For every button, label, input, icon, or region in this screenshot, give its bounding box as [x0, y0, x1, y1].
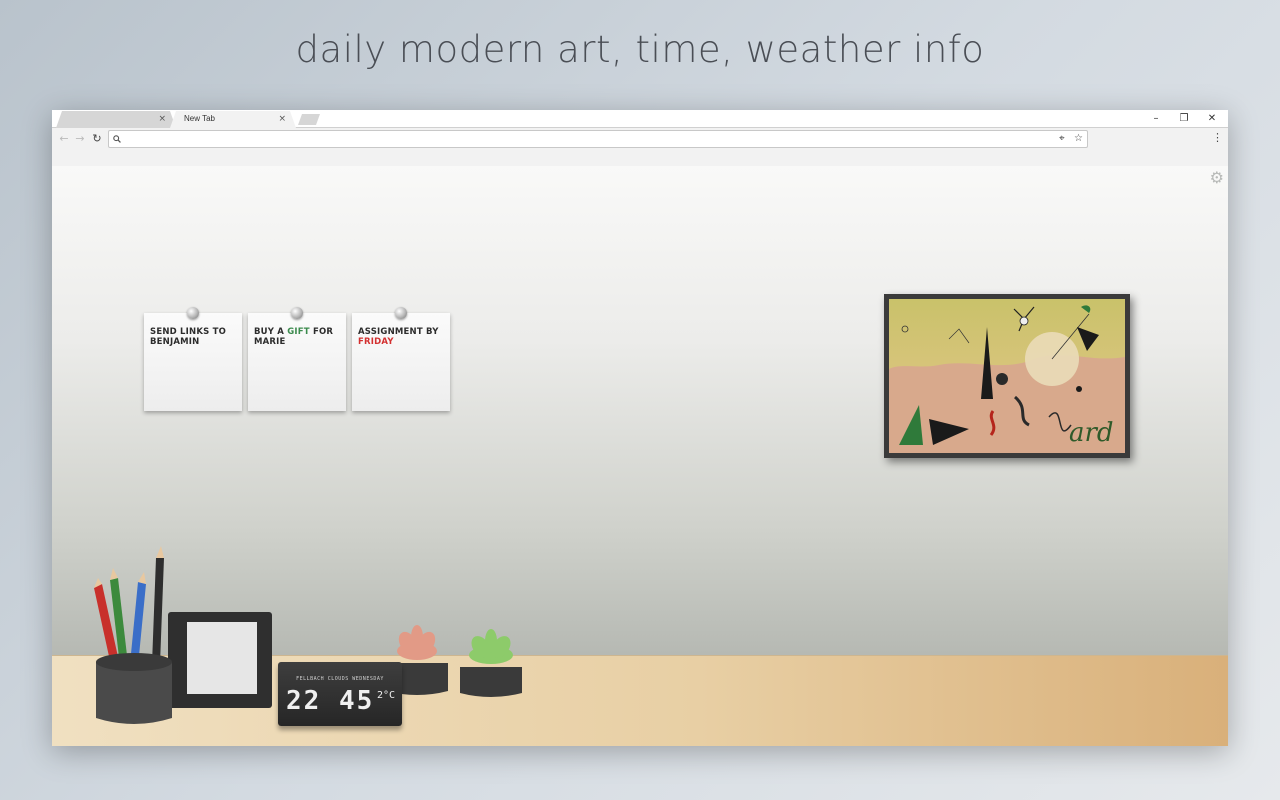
- sticky-note[interactable]: ASSIGNMENT BY FRIDAY: [352, 307, 450, 411]
- minimize-button[interactable]: –: [1142, 111, 1170, 127]
- location-icon[interactable]: ⌖: [1059, 132, 1065, 146]
- clock-weather-line: FELLBACH CLOUDS WEDNESDAY: [296, 676, 384, 682]
- new-tab-button[interactable]: [298, 114, 320, 125]
- address-input[interactable]: [125, 132, 1045, 146]
- sticky-note-text: ASSIGNMENT BY FRIDAY: [358, 327, 439, 347]
- sticky-note-text: BUY A GIFT FOR MARIE: [254, 327, 334, 347]
- art-painting[interactable]: ard: [884, 294, 1130, 458]
- pushpin-icon: [187, 307, 199, 319]
- painting-image: ard: [889, 299, 1125, 453]
- svg-text:ard: ard: [1069, 418, 1114, 448]
- toolbar: ← → ↻ ⌖ ☆ ⋮: [52, 128, 1228, 166]
- clock-temperature: 2°C: [377, 690, 396, 701]
- new-tab-page: ⚙ SEND LINKS TO BENJAMIN BUY A GIFT FOR …: [52, 166, 1228, 746]
- bookmark-star-icon[interactable]: ☆: [1074, 132, 1083, 146]
- restore-button[interactable]: ❐: [1170, 111, 1198, 127]
- forward-button[interactable]: →: [72, 131, 88, 147]
- settings-gear-icon[interactable]: ⚙: [1210, 168, 1224, 187]
- browser-window: × New Tab × – ❐ ✕ ← → ↻ ⌖ ☆ ⋮ ⚙ SEND LIN…: [52, 110, 1228, 746]
- omnibox[interactable]: ⌖ ☆: [108, 130, 1088, 148]
- search-icon: [113, 135, 121, 143]
- close-icon[interactable]: ×: [158, 113, 166, 125]
- tab-inactive[interactable]: ×: [56, 111, 176, 128]
- pencil-cup-icon: [94, 546, 272, 724]
- promo-title: daily modern art, time, weather info: [295, 28, 985, 71]
- tab-new-tab[interactable]: New Tab ×: [170, 111, 296, 128]
- window-close-button[interactable]: ✕: [1198, 111, 1226, 127]
- digital-clock-widget[interactable]: FELLBACH CLOUDS WEDNESDAY 22 45 2°C: [278, 662, 402, 726]
- clock-time: 22 45: [286, 686, 375, 716]
- pushpin-icon: [395, 307, 407, 319]
- sticky-note-text: SEND LINKS TO BENJAMIN: [150, 327, 227, 347]
- sticky-note[interactable]: BUY A GIFT FOR MARIE: [248, 307, 346, 411]
- close-icon[interactable]: ×: [278, 113, 286, 125]
- succulent-plants-icon: [386, 625, 522, 697]
- menu-icon[interactable]: ⋮: [1212, 131, 1223, 144]
- sticky-note[interactable]: SEND LINKS TO BENJAMIN: [144, 307, 242, 411]
- reload-button[interactable]: ↻: [89, 131, 105, 147]
- tab-strip: × New Tab × – ❐ ✕: [52, 110, 1228, 128]
- tab-title: New Tab: [184, 114, 215, 123]
- pushpin-icon: [291, 307, 303, 319]
- back-button[interactable]: ←: [56, 131, 72, 147]
